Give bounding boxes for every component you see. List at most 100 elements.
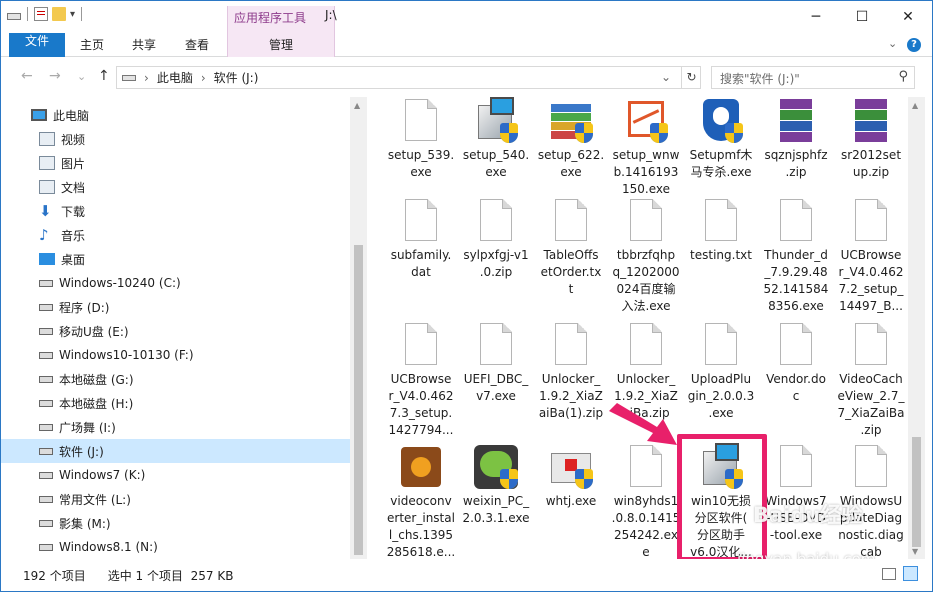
file-item[interactable]: weixin_PC_ 2.0.3.1.exe — [460, 443, 532, 527]
file-name: weixin_PC_ 2.0.3.1.exe — [462, 494, 530, 525]
file-item[interactable]: Thunder_d _7.9.29.48 52.141584 8356.exe — [760, 197, 832, 315]
help-icon[interactable]: ? — [907, 38, 921, 52]
file-item[interactable]: setup_wnw b.1416193 150.exe — [610, 97, 682, 198]
nav-item[interactable]: 文档 — [1, 175, 355, 199]
file-item[interactable]: tbbrzfqhp q_1202000 024百度输 入法.exe — [610, 197, 682, 315]
nav-item[interactable]: 程序 (D:) — [1, 295, 355, 319]
scroll-down-icon[interactable]: ▼ — [912, 547, 918, 556]
content-scrollbar[interactable]: ▲ ▼ — [908, 97, 925, 559]
tab-home[interactable]: 主页 — [71, 33, 113, 57]
expand-ribbon-icon[interactable]: ⌄ — [888, 37, 897, 50]
file-item[interactable]: win8yhds1 .0.8.0.1415 254242.ex e — [610, 443, 682, 559]
tab-share[interactable]: 共享 — [121, 33, 167, 57]
file-item[interactable]: sr2012set up.zip — [835, 97, 907, 181]
winrar-icon — [847, 97, 895, 145]
scroll-up-icon[interactable]: ▲ — [354, 101, 360, 110]
document-icon — [622, 197, 670, 245]
nav-item[interactable]: 图片 — [1, 151, 355, 175]
breadcrumb-drive-j[interactable]: 软件 (J:) — [214, 69, 259, 86]
nav-item[interactable]: Windows10-10130 (F:) — [1, 343, 355, 367]
nav-item-label: 视频 — [61, 132, 86, 147]
new-folder-icon[interactable] — [52, 7, 66, 21]
nav-item[interactable]: 此电脑 — [1, 103, 355, 127]
nav-item[interactable]: ♪ 音乐 — [1, 223, 355, 247]
nav-item[interactable]: Windows7 (K:) — [1, 463, 355, 487]
file-name: UploadPlu gin_2.0.0.3 .exe — [687, 372, 755, 420]
file-item[interactable]: sqznjsphfz .zip — [760, 97, 832, 181]
refresh-button[interactable]: ↻ — [681, 67, 701, 88]
file-item[interactable]: setup_540. exe — [460, 97, 532, 181]
nav-item[interactable]: 常用文件 (L:) — [1, 487, 355, 511]
file-item[interactable]: subfamily. dat — [385, 197, 457, 281]
nav-item-label: Windows7 (K:) — [59, 468, 146, 482]
file-item[interactable]: Setupmf木 马专杀.exe — [685, 97, 757, 181]
maximize-button[interactable]: ☐ — [839, 1, 885, 33]
tab-view[interactable]: 查看 — [175, 33, 219, 57]
file-item[interactable]: UCBrowse r_V4.0.462 7.2_setup_ 14497_B..… — [835, 197, 907, 315]
search-icon[interactable]: ⚲ — [898, 69, 908, 84]
document-icon — [397, 97, 445, 145]
navigation-scrollbar[interactable]: ▲ — [350, 97, 367, 559]
file-name: sqznjsphfz .zip — [764, 148, 828, 179]
file-item[interactable]: UploadPlu gin_2.0.0.3 .exe — [685, 321, 757, 422]
document-icon — [847, 321, 895, 369]
scroll-thumb[interactable] — [912, 437, 921, 547]
nav-item[interactable]: 本地磁盘 (G:) — [1, 367, 355, 391]
file-name: sylpxfgj-v1 .0.zip — [463, 248, 529, 279]
address-bar[interactable]: › 此电脑 › 软件 (J:) ⌄ ↻ — [116, 66, 701, 89]
nav-item[interactable]: 移动U盘 (E:) — [1, 319, 355, 343]
file-list: setup_539. exe setup_540. exe setup_622. e… — [367, 97, 915, 559]
nav-item-label: 广场舞 (I:) — [59, 420, 116, 435]
nav-item[interactable]: 本地磁盘 (H:) — [1, 391, 355, 415]
file-item[interactable]: whtj.exe — [535, 443, 607, 510]
file-item[interactable]: UEFI_DBC_ v7.exe — [460, 321, 532, 405]
nav-item-label: 程序 (D:) — [59, 300, 110, 315]
file-item[interactable]: VideoCach eView_2.7_ 7_XiaZaiBa .zip — [835, 321, 907, 439]
breadcrumb-this-pc[interactable]: 此电脑 — [157, 69, 193, 86]
nav-item[interactable]: 视频 — [1, 127, 355, 151]
scroll-up-icon[interactable]: ▲ — [912, 101, 918, 110]
file-item[interactable]: videoconv erter_instal l_chs.1395 285618… — [385, 443, 457, 559]
address-dropdown-icon[interactable]: ⌄ — [661, 70, 671, 84]
file-item[interactable]: UCBrowse r_V4.0.462 7.3_setup. 1427794..… — [385, 321, 457, 439]
nav-item-label: 图片 — [61, 156, 86, 171]
details-view-icon[interactable] — [882, 568, 896, 580]
nav-item[interactable]: ⬇ 下载 — [1, 199, 355, 223]
tab-manage[interactable]: 管理 — [227, 33, 335, 57]
file-item[interactable]: sylpxfgj-v1 .0.zip — [460, 197, 532, 281]
file-item[interactable]: setup_622. exe — [535, 97, 607, 181]
nav-item-label: 本地磁盘 (G:) — [59, 372, 134, 387]
drive-icon — [39, 423, 53, 431]
up-button[interactable]: ↑ — [98, 68, 110, 84]
nav-item[interactable]: 软件 (J:) — [1, 439, 355, 463]
properties-icon[interactable] — [34, 7, 48, 21]
file-item[interactable]: testing.txt — [685, 197, 757, 264]
large-icons-view-icon[interactable] — [903, 566, 918, 581]
scroll-thumb[interactable] — [354, 245, 363, 555]
tab-file[interactable]: 文件 — [9, 33, 65, 57]
file-name: Unlocker_ 1.9.2_XiaZ aiBa(1).zip — [538, 372, 604, 420]
nav-item[interactable]: 广场舞 (I:) — [1, 415, 355, 439]
recent-locations-icon[interactable]: ⌄ — [77, 70, 86, 83]
status-bar: 192 个项目 选中 1 个项目 257 KB — [1, 559, 932, 591]
qat-dropdown-icon[interactable]: ▾ — [70, 9, 75, 20]
address-row: ← → ⌄ ↑ › 此电脑 › 软件 (J:) ⌄ ↻ 搜索"软件 (J:)" … — [1, 57, 932, 97]
nav-item[interactable]: Windows-10240 (C:) — [1, 271, 355, 295]
file-item[interactable]: Unlocker_ 1.9.2_XiaZ aiBa(1).zip — [535, 321, 607, 422]
file-item[interactable]: Vendor.do c — [760, 321, 832, 405]
back-button[interactable]: ← — [21, 68, 33, 84]
document-icon — [547, 321, 595, 369]
nav-item-label: 桌面 — [61, 252, 86, 267]
forward-button[interactable]: → — [49, 68, 61, 84]
search-input[interactable]: 搜索"软件 (J:)" ⚲ — [711, 66, 915, 89]
nav-item[interactable]: 影集 (M:) — [1, 511, 355, 535]
search-placeholder: 搜索"软件 (J:)" — [720, 72, 800, 86]
close-button[interactable]: ✕ — [885, 1, 931, 33]
file-item[interactable]: TableOffs etOrder.tx t — [535, 197, 607, 298]
minimize-button[interactable]: ─ — [793, 1, 839, 33]
drive-icon — [7, 12, 21, 20]
file-item[interactable]: setup_539. exe — [385, 97, 457, 181]
nav-item[interactable]: Windows8.1 (N:) — [1, 535, 355, 559]
nav-item[interactable]: 桌面 — [1, 247, 355, 271]
file-name: UCBrowse r_V4.0.462 7.2_setup_ 14497_B..… — [838, 248, 904, 313]
